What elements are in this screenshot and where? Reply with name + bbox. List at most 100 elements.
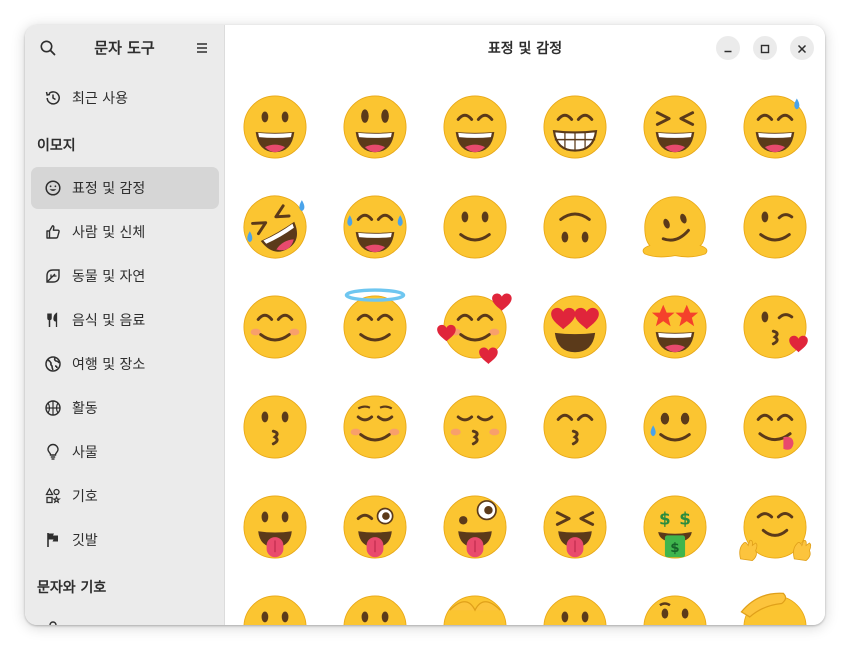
rolling-laughing-icon [243,195,307,259]
sidebar-item-people[interactable]: 사람 및 신체 [31,211,219,253]
emoji-winking-tongue[interactable] [325,477,425,577]
sidebar-item-flags[interactable]: 깃발 [31,519,219,561]
hearts-face-icon [437,293,512,364]
globe-icon [44,355,62,373]
emoji-tears-of-joy[interactable] [325,177,425,277]
star-struck-icon [643,295,707,359]
relaxed-face-icon [343,395,407,459]
kissing-face-icon [243,395,307,459]
emoji-savoring-food[interactable] [725,377,825,477]
emoji-rolling-laughing[interactable] [225,177,325,277]
emoji-halo-face[interactable] [325,277,425,377]
emoji-heart-eyes[interactable] [525,277,625,377]
app-window: 문자 도구 최근 사용 이모지 표정 및 감정 사람 및 신체 동물 및 자연 … [25,25,825,625]
peeking-face-icon [443,595,507,625]
section-title-characters: 문자와 기호 [37,580,107,596]
sidebar-header: 문자 도구 [25,25,224,71]
emoji-shushing-face[interactable] [525,577,625,625]
sidebar-item-activities[interactable]: 활동 [31,387,219,429]
section-title-emoji: 이모지 [37,138,76,154]
sidebar-item-symbols[interactable]: 기호 [31,475,219,517]
maximize-icon [760,39,770,58]
savoring-food-icon [743,395,807,459]
sidebar-item-label: 활동 [72,401,98,417]
emoji-squinting-face[interactable] [625,77,725,177]
emoji-hand-over-mouth-1[interactable] [225,577,325,625]
emoji-relaxed-face[interactable] [325,377,425,477]
emoji-zany-face[interactable] [425,477,525,577]
emoji-holding-tears[interactable] [625,377,725,477]
winking-face-icon [743,195,807,259]
emoji-tongue-face[interactable] [225,477,325,577]
thumbs-up-icon [44,223,62,241]
saluting-face-icon [740,592,807,625]
kissing-closed-eyes-icon [443,395,507,459]
minimize-button[interactable] [716,36,740,60]
hugging-face-icon [739,495,812,562]
person-icon [44,619,62,625]
hand-over-mouth-2-icon [343,595,407,625]
svg-text:$: $ [659,508,671,528]
emoji-beaming-face[interactable] [525,77,625,177]
halo-face-icon [343,288,407,359]
smiley-icon [44,179,62,197]
header-bar: 표정 및 감정 [225,25,825,71]
emoji-slightly-smiling[interactable] [425,177,525,277]
emoji-star-struck[interactable] [625,277,725,377]
slightly-smiling-icon [443,195,507,259]
sidebar-item-label: 사물 [72,445,98,461]
sidebar-item-smileys[interactable]: 표정 및 감정 [31,167,219,209]
sidebar-item-label: 기호 [72,489,98,505]
sidebar-item-partial[interactable] [31,607,219,625]
sidebar-item-animals[interactable]: 동물 및 자연 [31,255,219,297]
sidebar-item-label: 여행 및 장소 [72,357,146,373]
squinting-tongue-icon [543,495,607,559]
emoji-thinking-face[interactable] [625,577,725,625]
close-button[interactable] [790,36,814,60]
grinning-face-big-eyes-icon [343,95,407,159]
svg-text:$: $ [670,541,679,556]
svg-text:$: $ [679,508,691,528]
emoji-peeking-face[interactable] [425,577,525,625]
sidebar-item-label: 사람 및 신체 [72,225,146,241]
sidebar-item-objects[interactable]: 사물 [31,431,219,473]
emoji-grinning-sweat[interactable] [725,77,825,177]
leaf-icon [44,267,62,285]
emoji-hand-over-mouth-2[interactable] [325,577,425,625]
emoji-grinning-face[interactable] [225,77,325,177]
emoji-kissing-heart[interactable] [725,277,825,377]
emoji-kissing-closed-eyes[interactable] [425,377,525,477]
emoji-grinning-face-smiling-eyes[interactable] [425,77,525,177]
utensils-icon [44,311,62,329]
tears-of-joy-icon [343,195,407,259]
emoji-grinning-face-big-eyes[interactable] [325,77,425,177]
emoji-grid: $ $ $ [225,71,825,625]
holding-tears-icon [643,395,707,459]
lightbulb-icon [44,443,62,461]
emoji-upside-down[interactable] [525,177,625,277]
sidebar-item-label: 최근 사용 [72,91,128,107]
emoji-squinting-tongue[interactable] [525,477,625,577]
emoji-smiling-eyes[interactable] [225,277,325,377]
hand-over-mouth-1-icon [243,595,307,625]
emoji-hugging-face[interactable] [725,477,825,577]
sidebar-item-label: 동물 및 자연 [72,269,146,285]
winking-tongue-icon [343,495,407,559]
emoji-money-mouth[interactable]: $ $ $ [625,477,725,577]
kissing-heart-icon [743,295,808,359]
sidebar-item-label: 음식 및 음료 [72,313,146,329]
hamburger-menu-icon[interactable] [194,40,210,56]
sidebar-item-recent[interactable]: 최근 사용 [31,77,219,119]
history-icon [44,89,62,107]
heart-eyes-icon [543,295,607,359]
sidebar-item-travel[interactable]: 여행 및 장소 [31,343,219,385]
emoji-saluting-face[interactable] [725,577,825,625]
emoji-kissing-face[interactable] [225,377,325,477]
emoji-winking-face[interactable] [725,177,825,277]
sidebar-item-food[interactable]: 음식 및 음료 [31,299,219,341]
flag-icon [44,531,62,549]
emoji-kissing-smiling-eyes[interactable] [525,377,625,477]
emoji-hearts-face[interactable] [425,277,525,377]
emoji-melting-face[interactable] [625,177,725,277]
maximize-button[interactable] [753,36,777,60]
